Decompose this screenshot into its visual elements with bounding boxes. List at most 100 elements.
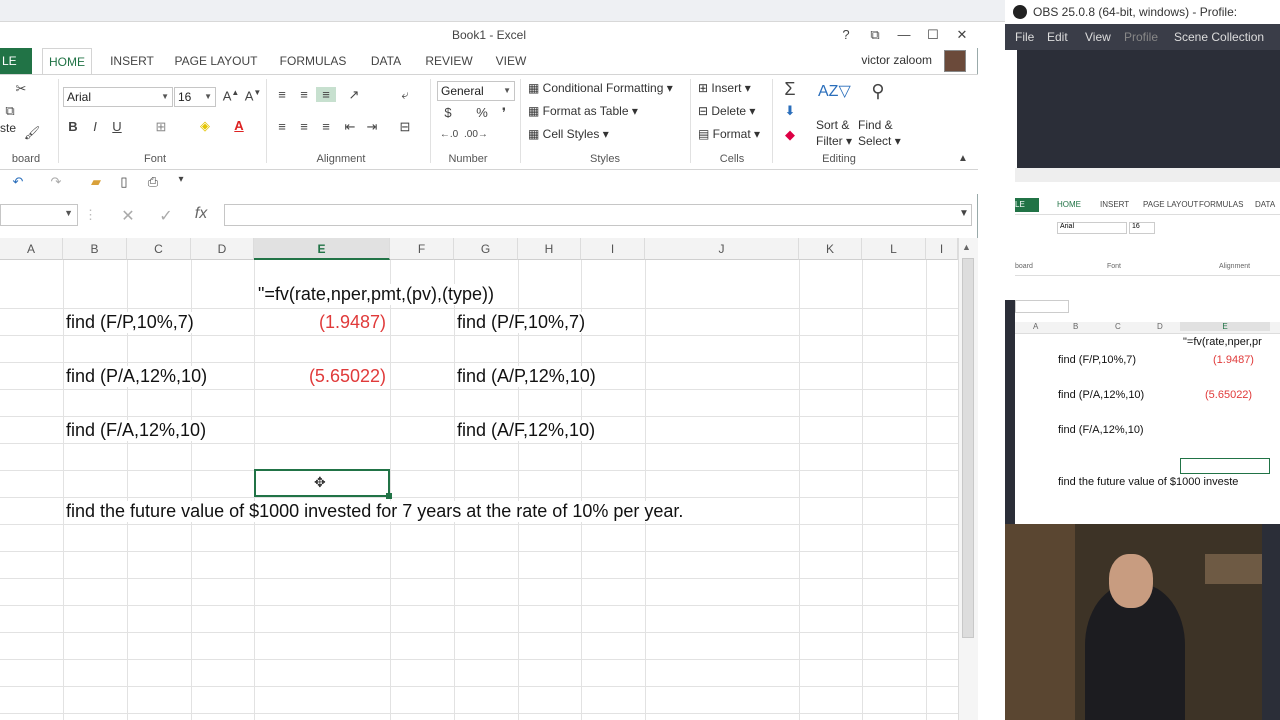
minimize-button[interactable]: — <box>893 25 915 45</box>
wrap-text-icon[interactable]: ⤶ <box>396 87 414 103</box>
obs-menu-file[interactable]: File <box>1015 30 1034 44</box>
scrollbar-thumb[interactable] <box>962 258 974 638</box>
paste-label-partial[interactable]: ste <box>0 121 16 135</box>
copy-icon[interactable]: ⧉ <box>0 103 20 119</box>
column-header-f[interactable]: F <box>390 238 454 260</box>
font-name-combo[interactable]: Arial ▼ <box>63 87 173 107</box>
column-header-partial[interactable]: I <box>926 238 958 260</box>
expand-formula-icon[interactable]: ▼ <box>957 208 971 219</box>
align-bottom-icon[interactable]: ≡ <box>316 87 336 102</box>
tab-page-layout[interactable]: PAGE LAYOUT <box>172 48 260 74</box>
align-middle-icon[interactable]: ≡ <box>296 87 312 102</box>
cell-g2[interactable]: find (P/F,10%,7) <box>457 312 586 333</box>
cell-g4[interactable]: find (A/P,12%,10) <box>457 366 596 387</box>
open-folder-icon[interactable]: ▰ <box>86 174 106 190</box>
close-button[interactable]: ✕ <box>951 25 973 45</box>
fill-color-icon[interactable]: ◈ <box>196 118 214 134</box>
worksheet-grid[interactable]: A B C D E F G H I J K L I "=fv(rate,nper… <box>0 238 958 720</box>
obs-menu-profile[interactable]: Profile <box>1124 30 1158 44</box>
decrease-decimal-icon[interactable]: .00→ <box>464 129 488 140</box>
align-center-icon[interactable]: ≡ <box>296 119 312 134</box>
column-header-d[interactable]: D <box>191 238 254 260</box>
format-as-table-button[interactable]: ▦ Format as Table ▾ <box>528 104 638 118</box>
sort-filter-icon[interactable]: AZ▽ <box>818 81 851 101</box>
format-painter-icon[interactable]: 🖌 <box>22 125 42 141</box>
column-header-l[interactable]: L <box>862 238 926 260</box>
cancel-entry-icon[interactable]: ✕ <box>118 206 138 226</box>
customize-qat-icon[interactable]: ▾ <box>174 174 188 185</box>
insert-function-icon[interactable]: fx <box>190 205 212 223</box>
conditional-formatting-button[interactable]: ▦ Conditional Formatting ▾ <box>528 81 673 95</box>
decrease-font-icon[interactable]: A▼ <box>244 88 262 103</box>
tab-file[interactable]: LE <box>0 48 32 74</box>
merge-center-icon[interactable]: ⊟ <box>396 119 414 135</box>
tab-insert[interactable]: INSERT <box>106 48 158 74</box>
underline-button[interactable]: U <box>110 119 124 134</box>
cell-b6[interactable]: find (F/A,12%,10) <box>66 420 207 441</box>
cell-b9[interactable]: find the future value of $1000 invested … <box>66 501 684 522</box>
align-top-icon[interactable]: ≡ <box>274 87 290 102</box>
vertical-scrollbar[interactable]: ▲ <box>958 238 978 720</box>
fill-down-icon[interactable]: ⬇ <box>780 103 800 119</box>
italic-button[interactable]: I <box>88 119 102 134</box>
column-header-b[interactable]: B <box>63 238 127 260</box>
delete-cells-button[interactable]: ⊟ Delete ▾ <box>698 104 755 118</box>
confirm-entry-icon[interactable]: ✓ <box>156 206 176 226</box>
cell-e2[interactable]: (1.9487) <box>254 312 386 333</box>
column-header-j[interactable]: J <box>645 238 799 260</box>
obs-preview[interactable]: LE HOME INSERT PAGE LAYOUT FORMULAS DATA… <box>1015 168 1280 524</box>
align-left-icon[interactable]: ≡ <box>274 119 290 134</box>
name-box[interactable]: ▼ <box>0 204 78 226</box>
align-right-icon[interactable]: ≡ <box>318 119 334 134</box>
column-header-g[interactable]: G <box>454 238 518 260</box>
user-name[interactable]: victor zaloom <box>861 53 932 67</box>
find-select-button[interactable]: Find & Select ▾ <box>858 117 901 149</box>
scroll-up-icon[interactable]: ▲ <box>962 242 971 252</box>
collapse-ribbon-icon[interactable]: ▲ <box>956 153 970 164</box>
tab-data[interactable]: DATA <box>364 48 408 74</box>
cell-e1[interactable]: "=fv(rate,nper,pmt,(pv),(type)) <box>258 284 494 305</box>
ribbon-display-button[interactable]: ⧉ <box>864 25 886 45</box>
tab-view[interactable]: VIEW <box>490 48 532 74</box>
cell-e4[interactable]: (5.65022) <box>254 366 386 387</box>
number-format-combo[interactable]: General ▼ <box>437 81 515 101</box>
avatar[interactable] <box>944 50 966 72</box>
drag-handle-icon[interactable]: ⋮ <box>84 207 97 223</box>
obs-menu-edit[interactable]: Edit <box>1047 30 1068 44</box>
sort-filter-button[interactable]: Sort & Filter ▾ <box>816 117 852 149</box>
cell-styles-button[interactable]: ▦ Cell Styles ▾ <box>528 127 609 141</box>
font-color-icon[interactable]: A <box>230 118 248 133</box>
column-header-c[interactable]: C <box>127 238 191 260</box>
currency-icon[interactable]: $ <box>440 105 456 120</box>
column-header-h[interactable]: H <box>518 238 581 260</box>
comma-icon[interactable]: ❜ <box>496 105 512 121</box>
maximize-button[interactable]: ☐ <box>922 25 944 45</box>
increase-font-icon[interactable]: A▲ <box>222 88 240 103</box>
tab-home[interactable]: HOME <box>42 48 92 74</box>
orientation-icon[interactable]: ↗ <box>344 87 364 103</box>
obs-menu-view[interactable]: View <box>1085 30 1111 44</box>
tab-formulas[interactable]: FORMULAS <box>276 48 350 74</box>
binoculars-icon[interactable]: ⚲ <box>864 81 892 102</box>
cell-g6[interactable]: find (A/F,12%,10) <box>457 420 596 441</box>
clear-icon[interactable]: ◆ <box>780 127 800 143</box>
column-header-k[interactable]: K <box>799 238 862 260</box>
format-cells-button[interactable]: ▤ Format ▾ <box>698 127 760 141</box>
insert-cells-button[interactable]: ⊞ Insert ▾ <box>698 81 751 95</box>
cell-b4[interactable]: find (P/A,12%,10) <box>66 366 208 387</box>
cell-b2[interactable]: find (F/P,10%,7) <box>66 312 194 333</box>
tab-review[interactable]: REVIEW <box>422 48 476 74</box>
increase-indent-icon[interactable]: ⇥ <box>364 119 380 135</box>
column-header-a[interactable]: A <box>0 238 63 260</box>
undo-icon[interactable]: ↶ <box>8 174 28 190</box>
active-cell[interactable]: ✥ <box>254 469 392 499</box>
redo-icon[interactable]: ↷ <box>46 174 66 190</box>
print-preview-icon[interactable]: ⎙ <box>144 174 162 190</box>
bold-button[interactable]: B <box>66 119 80 134</box>
paste-icon[interactable]: ✂ <box>6 81 36 97</box>
obs-menu-scene-collection[interactable]: Scene Collection <box>1174 30 1264 44</box>
autosum-icon[interactable]: Σ <box>780 79 800 100</box>
new-document-icon[interactable]: ▯ <box>116 174 132 190</box>
fill-handle[interactable] <box>386 493 392 499</box>
increase-decimal-icon[interactable]: ←.0 <box>438 129 460 140</box>
